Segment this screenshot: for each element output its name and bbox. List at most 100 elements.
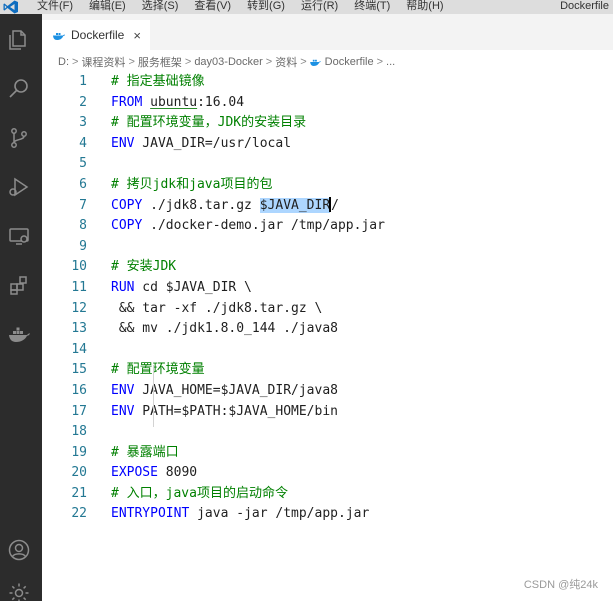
code-line: 4 ENV JAVA_DIR=/usr/local: [42, 134, 613, 155]
code-segment: cd $JAVA_DIR \: [134, 279, 252, 295]
tab-dockerfile[interactable]: Dockerfile ×: [42, 20, 150, 50]
code-segment: ./jdk8.tar.gz: [142, 197, 260, 213]
code-line: 6 # 拷贝jdk和java项目的包: [42, 175, 613, 196]
code-segment: /: [331, 197, 339, 213]
explorer-icon[interactable]: [6, 27, 32, 53]
chevron-right-icon: >: [72, 56, 79, 68]
breadcrumb-symbols[interactable]: ...: [386, 56, 395, 68]
code-comment: # 安装JDK: [111, 259, 177, 275]
line-number: 13: [71, 321, 87, 337]
menu-selection[interactable]: 选择(S): [142, 0, 179, 14]
menu-help[interactable]: 帮助(H): [406, 0, 443, 14]
code-text: ENV PATH=$PATH:$JAVA_HOME/bin: [111, 402, 338, 423]
code-segment: ./docker-demo.jar /tmp/app.jar: [142, 218, 385, 234]
menu-terminal[interactable]: 终端(T): [354, 0, 390, 14]
remote-explorer-icon[interactable]: [6, 223, 32, 249]
tab-label: Dockerfile: [71, 28, 125, 42]
chevron-right-icon: >: [265, 56, 273, 68]
code-segment: 8090: [157, 465, 198, 481]
line-number: 10: [71, 259, 87, 275]
breadcrumb-folder-course[interactable]: 课程资料: [81, 54, 125, 70]
line-number: 14: [71, 341, 87, 357]
code-keyword: COPY: [111, 218, 143, 234]
line-number: 3: [79, 115, 87, 131]
code-text: RUN cd $JAVA_DIR \: [111, 278, 252, 299]
code-text: COPY ./docker-demo.jar /tmp/app.jar: [111, 216, 385, 237]
search-icon[interactable]: [6, 76, 32, 102]
code-line: 8 COPY ./docker-demo.jar /tmp/app.jar: [42, 216, 613, 237]
code-line: 21 # 入口，java项目的启动命令: [42, 484, 613, 505]
chevron-right-icon: >: [128, 56, 135, 68]
code-segment: PATH=$PATH:$JAVA_HOME/bin: [134, 403, 338, 419]
line-number: 19: [71, 444, 87, 460]
code-line: 3 # 配置环境变量，JDK的安装目录: [42, 113, 613, 134]
docker-icon[interactable]: [6, 321, 32, 347]
code-keyword: RUN: [111, 279, 135, 295]
line-number: 1: [79, 74, 87, 89]
code-image-name: ubuntu: [150, 94, 198, 110]
code-segment: java -jar /tmp/app.jar: [189, 506, 370, 522]
line-number: 2: [79, 94, 87, 110]
menu-edit[interactable]: 编辑(E): [89, 0, 126, 14]
breadcrumb-folder-framework[interactable]: 服务框架: [138, 54, 182, 70]
code-line: 15 # 配置环境变量: [42, 360, 613, 381]
code-line: 14: [42, 340, 613, 361]
account-icon[interactable]: [6, 537, 32, 563]
line-number: 17: [71, 403, 87, 419]
code-line: 10 # 安装JDK: [42, 257, 613, 278]
code-line: 12 && tar -xf ./jdk8.tar.gz \: [42, 299, 613, 320]
line-number: 22: [71, 506, 87, 522]
breadcrumb-file[interactable]: Dockerfile: [325, 56, 374, 68]
code-text: && mv ./jdk1.8.0_144 ./java8: [111, 321, 338, 337]
menu-go[interactable]: 转到(G): [247, 0, 285, 14]
line-number: 9: [79, 238, 87, 254]
breadcrumb-folder-day03[interactable]: day03-Docker: [194, 56, 262, 68]
code-line: 1 # 指定基础镜像: [42, 72, 613, 93]
close-icon[interactable]: ×: [133, 28, 141, 43]
menu-view[interactable]: 查看(V): [194, 0, 231, 14]
indent-guide: [153, 365, 154, 427]
code-keyword: ENV: [111, 382, 135, 398]
run-debug-icon[interactable]: [6, 174, 32, 200]
line-number: 20: [71, 465, 87, 481]
editor-tab-bar: Dockerfile ×: [42, 14, 613, 50]
code-line: 9: [42, 237, 613, 258]
line-number: 21: [71, 485, 87, 501]
source-control-icon[interactable]: [6, 125, 32, 151]
extensions-icon[interactable]: [6, 272, 32, 298]
code-text: EXPOSE 8090: [111, 463, 197, 484]
line-number: 6: [79, 176, 87, 192]
code-keyword: ENTRYPOINT: [111, 506, 190, 522]
menu-items: 文件(F) 编辑(E) 选择(S) 查看(V) 转到(G) 运行(R) 终端(T…: [37, 0, 460, 14]
code-comment: # 入口，java项目的启动命令: [111, 485, 288, 501]
code-line: 2 FROM ubuntu:16.04: [42, 93, 613, 114]
code-text: ENTRYPOINT java -jar /tmp/app.jar: [111, 504, 369, 525]
line-number: 5: [79, 156, 87, 172]
code-line: 17 ENV PATH=$PATH:$JAVA_HOME/bin: [42, 402, 613, 423]
docker-file-icon: [309, 59, 321, 66]
code-comment: # 配置环境变量，JDK的安装目录: [111, 115, 307, 131]
code-keyword: FROM: [111, 94, 143, 110]
line-number: 8: [79, 218, 87, 234]
breadcrumb: D: > 课程资料 > 服务框架 > day03-Docker > 资料 > D…: [42, 50, 613, 74]
code-text: && tar -xf ./jdk8.tar.gz \: [111, 300, 323, 316]
code-editor[interactable]: 1 # 指定基础镜像 2 FROM ubuntu:16.04 3 # 配置环境变量，J…: [42, 72, 613, 525]
code-line: 5: [42, 154, 613, 175]
chevron-right-icon: >: [184, 56, 192, 68]
menu-run[interactable]: 运行(R): [301, 0, 338, 14]
line-number: 7: [79, 197, 87, 213]
breadcrumb-drive[interactable]: D:: [58, 56, 69, 68]
code-text: ENV JAVA_DIR=/usr/local: [111, 134, 291, 155]
settings-gear-icon[interactable]: [6, 580, 32, 601]
breadcrumb-folder-materials[interactable]: 资料: [275, 54, 297, 70]
code-text: COPY ./jdk8.tar.gz $JAVA_DIR/: [111, 196, 339, 217]
code-keyword: ENV: [111, 403, 135, 419]
code-keyword: ENV: [111, 135, 135, 151]
code-segment: JAVA_HOME=$JAVA_DIR/java8: [134, 382, 338, 398]
menu-file[interactable]: 文件(F): [37, 0, 73, 14]
menu-bar: 文件(F) 编辑(E) 选择(S) 查看(V) 转到(G) 运行(R) 终端(T…: [0, 0, 613, 14]
code-comment: # 配置环境变量: [111, 362, 205, 378]
watermark: CSDN @纯24k: [523, 579, 598, 591]
code-keyword: COPY: [111, 197, 143, 213]
